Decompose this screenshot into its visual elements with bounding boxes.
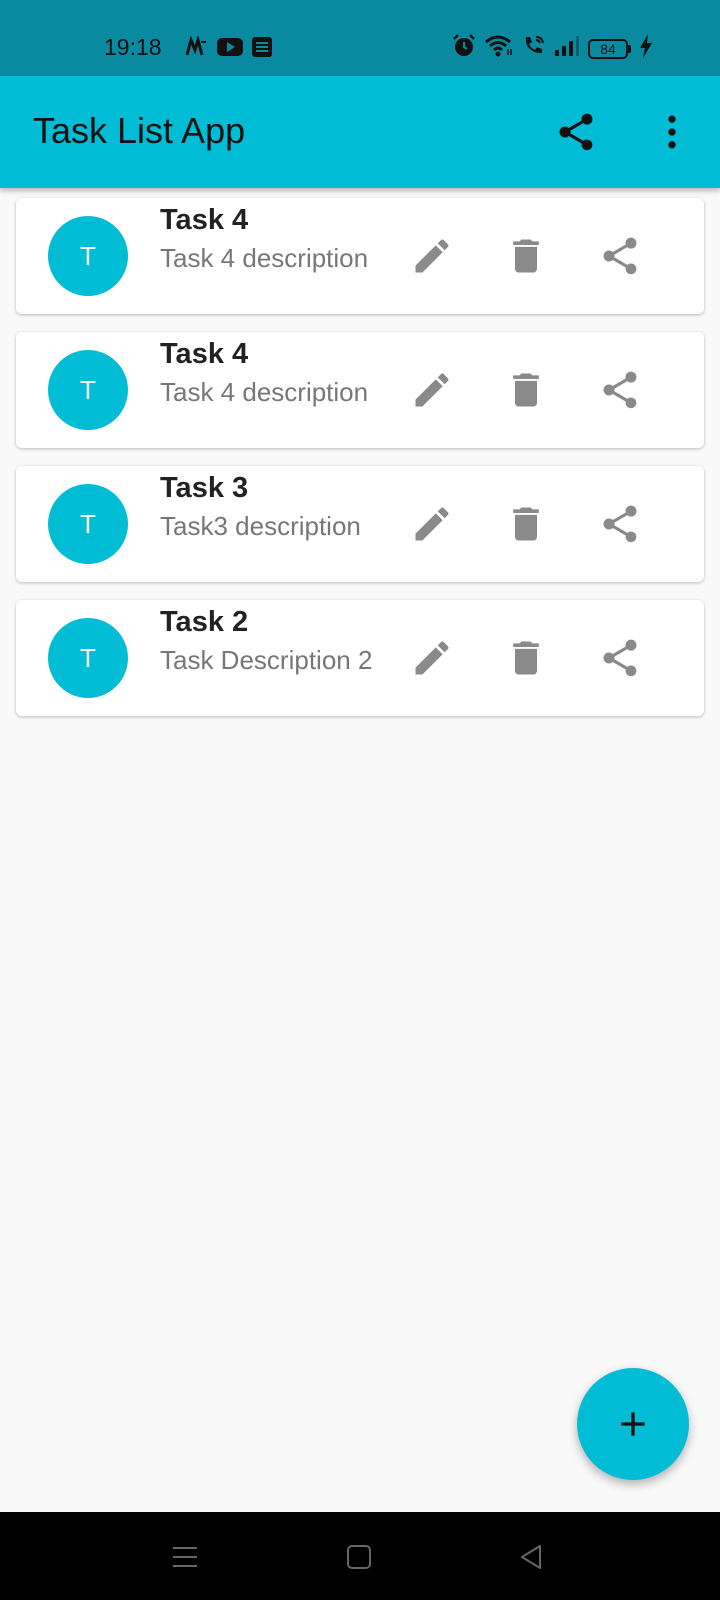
edit-button[interactable] bbox=[410, 636, 454, 680]
edit-icon bbox=[415, 373, 449, 407]
task-avatar: T bbox=[48, 484, 128, 564]
share-icon bbox=[603, 371, 637, 409]
task-card[interactable]: T Task 4 Task 4 description bbox=[16, 198, 704, 314]
wifi-call-icon bbox=[522, 34, 546, 63]
task-description: Task Description 2 bbox=[160, 645, 373, 675]
task-title: Task 4 bbox=[160, 204, 249, 236]
status-system-icons: 84 bbox=[452, 34, 653, 63]
more-options-button[interactable] bbox=[648, 110, 696, 154]
share-icon bbox=[559, 113, 593, 151]
task-avatar: T bbox=[48, 618, 128, 698]
task-avatar: T bbox=[48, 350, 128, 430]
edit-button[interactable] bbox=[410, 502, 454, 546]
add-icon bbox=[621, 1412, 645, 1436]
delete-button[interactable] bbox=[504, 234, 548, 278]
delete-button[interactable] bbox=[504, 368, 548, 412]
task-share-button[interactable] bbox=[598, 502, 642, 546]
edit-button[interactable] bbox=[410, 234, 454, 278]
task-title: Task 4 bbox=[160, 338, 249, 370]
nav-home-button[interactable] bbox=[344, 1542, 374, 1577]
task-list: T Task 4 Task 4 description T Task 4 Tas… bbox=[16, 198, 704, 734]
status-time: 19:18 bbox=[104, 34, 162, 60]
task-title: Task 2 bbox=[160, 606, 249, 638]
battery-level: 84 bbox=[588, 38, 628, 59]
task-title: Task 3 bbox=[160, 472, 249, 504]
alarm-icon bbox=[452, 34, 476, 63]
share-icon bbox=[603, 505, 637, 543]
navigation-bar bbox=[0, 1512, 720, 1600]
youtube-icon bbox=[217, 37, 243, 62]
nav-back-button[interactable] bbox=[516, 1542, 546, 1577]
more-vert-icon bbox=[668, 115, 676, 149]
task-share-button[interactable] bbox=[598, 368, 642, 412]
task-card[interactable]: T Task 3 Task3 description bbox=[16, 466, 704, 582]
edit-icon bbox=[415, 641, 449, 675]
task-description: Task3 description bbox=[160, 511, 361, 541]
task-description: Task 4 description bbox=[160, 377, 369, 407]
myntra-icon bbox=[184, 34, 208, 63]
wifi-icon bbox=[484, 34, 514, 63]
delete-button[interactable] bbox=[504, 636, 548, 680]
news-icon bbox=[252, 37, 272, 62]
battery-icon: 84 bbox=[588, 38, 631, 59]
back-icon bbox=[521, 1545, 541, 1569]
add-task-button[interactable] bbox=[577, 1368, 689, 1480]
home-icon bbox=[347, 1545, 371, 1569]
edit-button[interactable] bbox=[410, 368, 454, 412]
delete-icon bbox=[513, 239, 539, 273]
delete-button[interactable] bbox=[504, 502, 548, 546]
edit-icon bbox=[415, 239, 449, 273]
delete-icon bbox=[513, 373, 539, 407]
share-icon bbox=[603, 639, 637, 677]
delete-icon bbox=[513, 507, 539, 541]
status-bar: 19:18 84 bbox=[0, 0, 720, 76]
task-card[interactable]: T Task 4 Task 4 description bbox=[16, 332, 704, 448]
status-notification-icons bbox=[184, 34, 272, 63]
task-share-button[interactable] bbox=[598, 234, 642, 278]
menu-icon bbox=[173, 1547, 197, 1567]
task-card[interactable]: T Task 2 Task Description 2 bbox=[16, 600, 704, 716]
app-bar: Task List App bbox=[0, 76, 720, 188]
app-share-button[interactable] bbox=[554, 110, 598, 154]
task-share-button[interactable] bbox=[598, 636, 642, 680]
delete-icon bbox=[513, 641, 539, 675]
nav-recents-button[interactable] bbox=[170, 1542, 200, 1577]
edit-icon bbox=[415, 507, 449, 541]
signal-icon bbox=[554, 35, 580, 62]
task-avatar: T bbox=[48, 216, 128, 296]
task-description: Task 4 description bbox=[160, 243, 369, 273]
app-title: Task List App bbox=[33, 110, 246, 151]
share-icon bbox=[603, 237, 637, 275]
charging-icon bbox=[639, 34, 653, 63]
